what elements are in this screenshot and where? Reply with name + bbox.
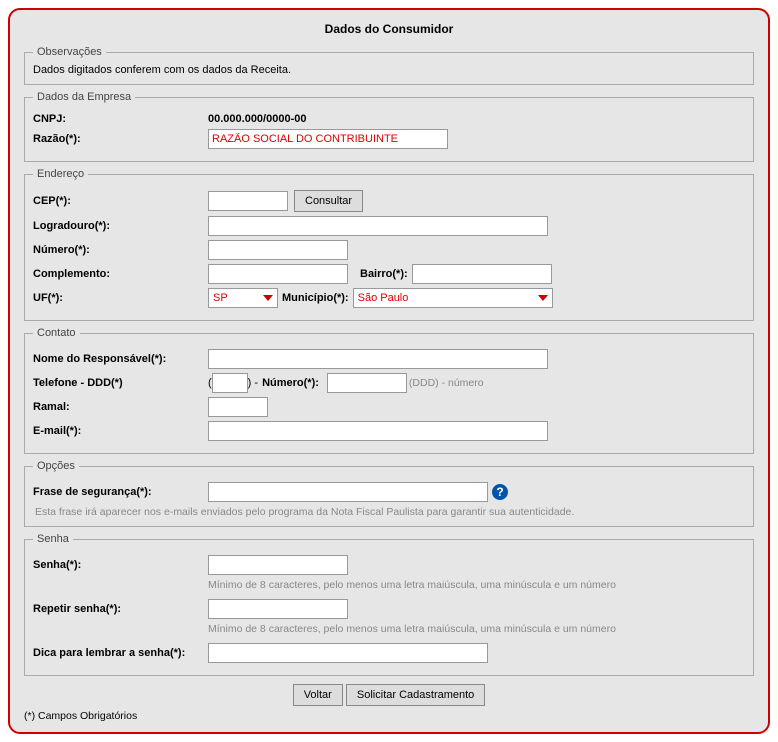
cep-label: CEP(*): [33,195,208,207]
voltar-button[interactable]: Voltar [293,684,343,706]
logradouro-label: Logradouro(*): [33,220,208,232]
bairro-input[interactable] [412,264,552,284]
logradouro-input[interactable] [208,216,548,236]
municipio-label: Município(*): [278,292,353,304]
tel-numero-label: Número(*): [258,377,323,389]
senha-hint: Mínimo de 8 caracteres, pelo menos uma l… [208,579,745,591]
tel-numero-input[interactable] [327,373,407,393]
dica-input[interactable] [208,643,488,663]
municipio-select[interactable]: São Paulo [353,288,553,308]
frase-input[interactable] [208,482,488,502]
cep-input[interactable] [208,191,288,211]
paren-close: ) - [248,377,258,389]
frase-hint: Esta frase irá aparecer nos e-mails envi… [33,506,745,518]
ramal-input[interactable] [208,397,268,417]
responsavel-label: Nome do Responsável(*): [33,353,208,365]
required-footnote: (*) Campos Obrigatórios [24,710,754,722]
legend-observacoes: Observações [33,46,106,58]
page-title: Dados do Consumidor [24,22,754,36]
actions-bar: Voltar Solicitar Cadastramento [24,684,754,706]
complemento-input[interactable] [208,264,348,284]
observacoes-text: Dados digitados conferem com os dados da… [33,64,745,76]
razao-label: Razão(*): [33,133,208,145]
consultar-button[interactable]: Consultar [294,190,363,212]
senha-input[interactable] [208,555,348,575]
repetir-hint: Mínimo de 8 caracteres, pelo menos uma l… [208,623,745,635]
legend-senha: Senha [33,533,73,545]
email-input[interactable] [208,421,548,441]
numero-input[interactable] [208,240,348,260]
legend-endereco: Endereço [33,168,88,180]
fieldset-endereco: Endereço CEP(*): Consultar Logradouro(*)… [24,168,754,321]
complemento-label: Complemento: [33,268,208,280]
telefone-label: Telefone - DDD(*) [33,377,208,389]
uf-select[interactable]: SP [208,288,278,308]
help-icon[interactable]: ? [492,484,508,500]
cnpj-value: 00.000.000/0000-00 [208,113,306,125]
fieldset-contato: Contato Nome do Responsável(*): Telefone… [24,327,754,454]
numero-label: Número(*): [33,244,208,256]
fieldset-empresa: Dados da Empresa CNPJ: 00.000.000/0000-0… [24,91,754,162]
repetir-label: Repetir senha(*): [33,603,208,615]
form-container: Dados do Consumidor Observações Dados di… [8,8,770,734]
responsavel-input[interactable] [208,349,548,369]
fieldset-senha: Senha Senha(*): Mínimo de 8 caracteres, … [24,533,754,676]
ramal-label: Ramal: [33,401,208,413]
bairro-label: Bairro(*): [356,268,412,280]
email-label: E-mail(*): [33,425,208,437]
uf-label: UF(*): [33,292,208,304]
fieldset-observacoes: Observações Dados digitados conferem com… [24,46,754,85]
solicitar-button[interactable]: Solicitar Cadastramento [346,684,485,706]
dica-label: Dica para lembrar a senha(*): [33,646,208,660]
frase-label: Frase de segurança(*): [33,486,208,498]
tel-hint: (DDD) - número [407,377,484,389]
repetir-senha-input[interactable] [208,599,348,619]
ddd-input[interactable] [212,373,248,393]
cnpj-label: CNPJ: [33,113,208,125]
legend-empresa: Dados da Empresa [33,91,135,103]
legend-contato: Contato [33,327,80,339]
legend-opcoes: Opções [33,460,79,472]
razao-input[interactable] [208,129,448,149]
fieldset-opcoes: Opções Frase de segurança(*): ? Esta fra… [24,460,754,527]
senha-label: Senha(*): [33,559,208,571]
